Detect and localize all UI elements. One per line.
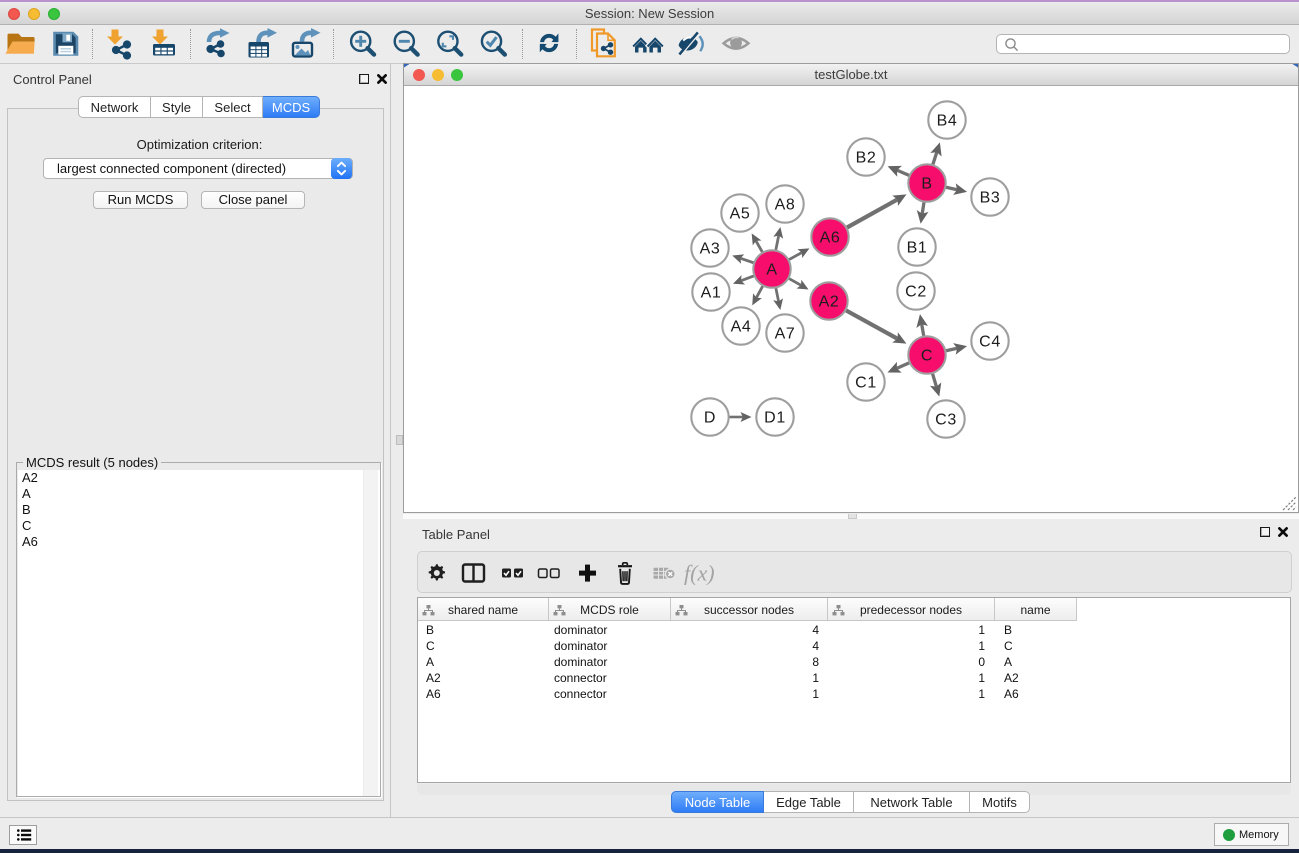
- svg-text:A1: A1: [701, 285, 722, 302]
- svg-text:A2: A2: [819, 294, 840, 311]
- svg-text:f(x): f(x): [684, 561, 715, 586]
- svg-text:A4: A4: [731, 319, 752, 336]
- svg-text:C1: C1: [855, 375, 877, 392]
- svg-text:C: C: [921, 348, 933, 365]
- svg-text:B3: B3: [980, 190, 1001, 207]
- svg-text:A8: A8: [775, 197, 796, 214]
- svg-text:C4: C4: [979, 334, 1001, 351]
- svg-text:A: A: [766, 262, 777, 279]
- svg-text:C2: C2: [905, 284, 927, 301]
- svg-text:D1: D1: [764, 410, 786, 427]
- svg-text:B1: B1: [907, 240, 928, 257]
- svg-text:B2: B2: [856, 150, 877, 167]
- svg-text:D: D: [704, 410, 716, 427]
- svg-text:A5: A5: [730, 206, 751, 223]
- svg-text:B: B: [921, 176, 932, 193]
- svg-text:B4: B4: [937, 113, 958, 130]
- svg-text:A3: A3: [700, 241, 721, 258]
- svg-text:A7: A7: [775, 326, 796, 343]
- svg-text:C3: C3: [935, 412, 957, 429]
- svg-text:A6: A6: [820, 230, 841, 247]
